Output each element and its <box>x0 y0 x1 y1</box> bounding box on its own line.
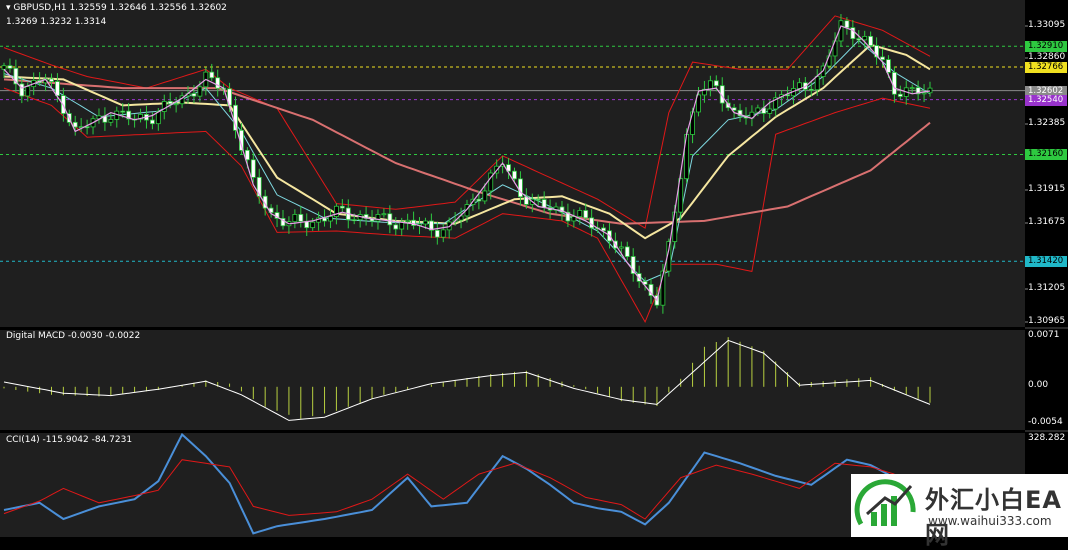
price-tick: 1.32860 <box>1028 52 1066 62</box>
macd-tick: -0.0054 <box>1028 417 1063 427</box>
watermark-url: www.waihui333.com <box>928 514 1052 528</box>
band-upper-line <box>3 15 931 229</box>
candle-down <box>19 83 25 97</box>
price-chart-pane[interactable]: ▾ GBPUSD,H1 1.32559 1.32646 1.32556 1.32… <box>0 0 1025 327</box>
candle-down <box>476 198 482 202</box>
candle-down <box>856 38 862 41</box>
candle-up <box>707 80 713 90</box>
candle-up <box>797 82 802 89</box>
candle-down <box>512 170 517 180</box>
candle-down <box>191 93 197 97</box>
macd-tick: 0.00 <box>1028 380 1049 390</box>
macd-tick: 0.0071 <box>1028 330 1060 340</box>
chart-header: ▾ GBPUSD,H1 1.32559 1.32646 1.32556 1.32… <box>6 3 227 13</box>
candle-down <box>844 20 850 29</box>
price-tick: 1.31675 <box>1028 217 1066 227</box>
candle-up <box>690 111 695 135</box>
candle-down <box>351 219 357 222</box>
price-tick: 1.33095 <box>1028 20 1066 30</box>
candle-down <box>897 93 903 97</box>
macd-pane[interactable]: Digital MACD -0.0030 -0.0022 <box>0 330 1025 430</box>
candle-up <box>405 219 411 223</box>
candle-up <box>921 92 927 95</box>
price-axis[interactable] <box>1025 0 1068 537</box>
candle-up <box>826 55 832 67</box>
candle-down <box>891 72 897 95</box>
cci-main-line <box>3 433 895 535</box>
level-tag: 1.32160 <box>1025 149 1067 161</box>
candle-down <box>535 198 541 201</box>
close-line <box>3 25 931 302</box>
price-tick: 1.30965 <box>1028 316 1066 326</box>
candle-down <box>298 214 304 222</box>
candle-up <box>108 119 114 123</box>
candle-down <box>215 77 221 89</box>
candle-up <box>381 213 387 216</box>
macd-title: Digital MACD -0.0030 -0.0022 <box>6 331 141 341</box>
cci-tick: 328.282 <box>1028 433 1066 443</box>
candle-down <box>339 205 345 209</box>
candle-up <box>927 87 933 94</box>
axis-svg <box>1025 25 1068 432</box>
candle-down <box>393 224 399 230</box>
price-levels-text: 1.3269 1.3232 1.3314 <box>6 17 107 27</box>
level-tag: 1.31420 <box>1025 256 1067 268</box>
candle-down <box>7 65 13 69</box>
macd-svg <box>3 337 931 421</box>
candle-up <box>767 108 773 114</box>
price-tick: 1.31205 <box>1028 283 1066 293</box>
level-tag: 1.32766 <box>1025 61 1067 73</box>
candle-down <box>49 78 54 82</box>
candle-up <box>672 211 678 242</box>
candle-down <box>149 119 155 125</box>
candle-up <box>909 87 915 90</box>
price-tick: 1.32385 <box>1028 118 1066 128</box>
candle-down <box>583 210 589 219</box>
candle-down <box>55 81 60 97</box>
watermark: 外汇小白EA网 www.waihui333.com <box>851 474 1068 549</box>
candle-up <box>577 210 583 218</box>
candle-up <box>571 216 577 222</box>
symbol-label: GBPUSD,H1 <box>13 3 67 13</box>
candle-down <box>167 100 173 105</box>
candle-down <box>120 110 126 113</box>
level-tag: 1.32540 <box>1025 94 1067 106</box>
candle-down <box>518 178 523 198</box>
ohlc-values: 1.32559 1.32646 1.32556 1.32602 <box>69 3 227 13</box>
candle-up <box>440 229 446 238</box>
candle-up <box>25 86 31 97</box>
candle-down <box>541 199 547 208</box>
candle-down <box>880 56 885 60</box>
candle-up <box>197 86 203 97</box>
candle-down <box>209 71 215 79</box>
candle-up <box>1 65 7 70</box>
candle-up <box>423 220 428 225</box>
candle-up <box>328 216 333 222</box>
level-tag: 1.32910 <box>1025 41 1067 53</box>
ma-fast-line <box>3 39 931 283</box>
candle-down <box>713 80 719 87</box>
candle-up <box>292 214 298 223</box>
price-tick: 1.31915 <box>1028 184 1066 194</box>
candle-up <box>862 36 868 41</box>
candle-down <box>72 121 78 128</box>
candle-down <box>250 159 256 178</box>
candle-down <box>868 36 874 46</box>
candle-up <box>173 103 179 106</box>
candle-down <box>886 59 891 73</box>
watermark-logo-icon <box>854 479 916 526</box>
price-chart-svg <box>0 14 1025 324</box>
collapse-triangle-icon[interactable]: ▾ <box>6 3 11 13</box>
candle-down <box>589 217 595 229</box>
candle-down <box>387 213 393 226</box>
candle-down <box>434 229 440 238</box>
cci-signal-line <box>3 459 895 520</box>
candle-down <box>624 246 630 257</box>
candle-up <box>310 221 316 229</box>
cci-title: CCI(14) -115.9042 -84.7231 <box>6 435 133 445</box>
candle-up <box>618 246 624 249</box>
candle-down <box>808 88 814 91</box>
candle-up <box>814 76 820 91</box>
candle-up <box>482 190 488 202</box>
